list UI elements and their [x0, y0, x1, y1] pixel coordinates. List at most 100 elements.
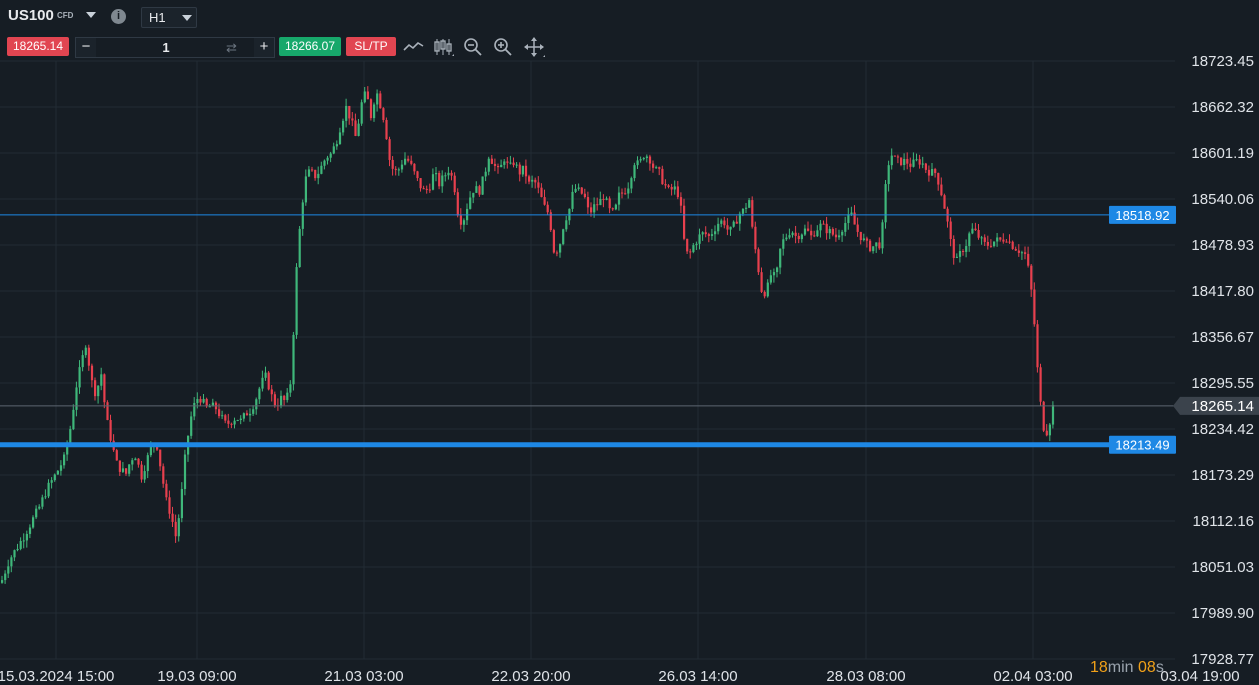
candle-bull [131, 460, 134, 465]
candle-bull [509, 162, 512, 164]
candle-bear [580, 187, 583, 194]
candle-bear [348, 105, 351, 119]
candle-bull [1051, 404, 1055, 425]
candle-bull [441, 175, 444, 187]
info-icon[interactable]: i [111, 9, 126, 24]
candle-bull [630, 178, 633, 189]
candle-bull [81, 355, 84, 368]
candle-bear [162, 466, 165, 484]
candle-bull [261, 377, 264, 389]
candle-bear [590, 207, 593, 213]
x-tick-label: 28.03 08:00 [826, 668, 905, 685]
candle-bear [900, 157, 903, 165]
candle-bear [977, 229, 980, 238]
candle-bull [462, 220, 466, 225]
candle-bear [853, 212, 856, 225]
timeframe-select[interactable]: H1 [141, 7, 197, 28]
candle-bull [748, 200, 751, 208]
zoom-in-icon[interactable] [492, 36, 514, 58]
candle-bull [521, 165, 524, 175]
candle-bear [658, 167, 661, 169]
candle-bull [44, 496, 47, 498]
candle-bear [218, 409, 221, 417]
price-chart[interactable]: 18265.1418518.9218213.49 18723.4518662.3… [0, 0, 1259, 685]
candle-bear [1011, 241, 1014, 249]
candle-bear [171, 513, 174, 522]
candle-bull [208, 406, 211, 408]
y-tick-label: 17989.90 [1191, 605, 1254, 622]
candle-bull [360, 102, 363, 124]
candle-bull [69, 429, 72, 444]
candle-bull [710, 234, 714, 236]
candle-bear [760, 272, 763, 292]
candle-bull [769, 275, 772, 283]
candle-bull [958, 250, 962, 257]
candle-bear [652, 163, 655, 168]
sell-button[interactable]: 18265.14 [7, 37, 69, 56]
candle-bear [754, 226, 757, 250]
candle-bear [989, 245, 993, 247]
line-chart-icon[interactable] [403, 36, 425, 58]
candle-bull [345, 105, 348, 121]
candle-bull [698, 234, 701, 244]
candle-bull [16, 548, 19, 551]
candle-bear [735, 221, 738, 224]
buy-button[interactable]: 18266.07 [279, 37, 341, 56]
candle-bull [565, 220, 568, 230]
quantity-input[interactable]: 1 [136, 40, 196, 55]
candle-bear [962, 250, 965, 252]
y-tick-label: 18173.29 [1191, 467, 1254, 484]
candle-bull [965, 246, 968, 252]
candle-bear [648, 156, 652, 164]
symbol-name[interactable]: US100 [8, 7, 54, 24]
candle-bear [1030, 265, 1033, 290]
candle-bull [143, 471, 146, 480]
candle-bull [363, 91, 366, 103]
candle-bear [586, 197, 590, 208]
time-axis: 15.03.2024 15:00 19.03 09:00 21.03 03:00 22… [0, 668, 1240, 685]
horizontal-line-label: 18213.49 [1115, 438, 1169, 453]
swap-icon[interactable]: ⇄ [226, 40, 237, 56]
candle-bear [267, 372, 270, 390]
candle-bull [782, 239, 785, 249]
quantity-stepper: − 1 ⇄ + [75, 37, 275, 58]
candle-bull [816, 230, 819, 237]
x-tick-label: 02.04 03:00 [993, 668, 1072, 685]
candle-bull [233, 420, 236, 425]
chevron-down-icon[interactable] [86, 12, 96, 18]
candle-bull [221, 415, 224, 417]
candle-bull [289, 384, 292, 393]
y-tick-label: 18234.42 [1191, 421, 1254, 438]
candle-bull [50, 480, 53, 483]
zoom-out-icon[interactable] [462, 36, 484, 58]
candle-bull [912, 159, 915, 167]
candle-bull [332, 146, 335, 154]
candle-bear [369, 99, 373, 119]
sl-tp-button[interactable]: SL/TP [346, 37, 396, 56]
candle-bull [38, 506, 41, 509]
crosshair-icon[interactable] [523, 36, 545, 58]
candlestick-icon[interactable] [432, 36, 454, 58]
candle-bull [996, 237, 999, 242]
candle-bull [295, 267, 298, 335]
candle-bull [47, 482, 50, 497]
candle-bull [317, 173, 320, 179]
candle-bear [168, 497, 171, 514]
candle-bear [924, 163, 927, 170]
candle-bear [797, 235, 800, 240]
candle-bear [621, 192, 624, 194]
candle-bull [881, 222, 884, 249]
candle-bear [413, 163, 416, 172]
candle-bull [13, 550, 16, 558]
candle-bull [720, 220, 723, 224]
candle-bear [453, 175, 456, 193]
increase-quantity-button[interactable]: + [254, 38, 274, 57]
candle-bull [404, 158, 407, 165]
chart-toolbar: US100 CFD i H1 18265.14 − 1 ⇄ + 18266.07… [0, 0, 1259, 64]
candle-bear [165, 483, 168, 498]
candle-bear [478, 186, 481, 195]
decrease-quantity-button[interactable]: − [76, 38, 96, 57]
candle-bull [373, 104, 376, 119]
candle-bull [828, 229, 831, 234]
candle-bear [608, 198, 611, 209]
